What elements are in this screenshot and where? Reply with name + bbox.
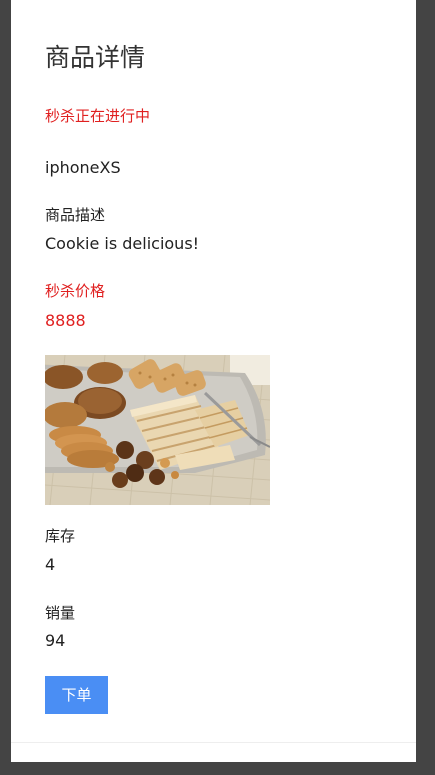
detail-panel: 商品详情 秒杀正在进行中 iphoneXS 商品描述 Cookie is del…: [11, 0, 416, 762]
page-title: 商品详情: [45, 43, 146, 72]
sales-value: 94: [45, 631, 66, 650]
sales-label: 销量: [45, 604, 76, 622]
panel-divider: [11, 742, 416, 743]
seckill-status: 秒杀正在进行中: [45, 107, 151, 125]
place-order-button[interactable]: 下单: [45, 676, 108, 714]
seckill-price-label: 秒杀价格: [45, 282, 106, 300]
product-name: iphoneXS: [45, 158, 121, 177]
description-value: Cookie is delicious!: [45, 234, 200, 253]
seckill-price-value: 8888: [45, 311, 86, 330]
stock-value: 4: [45, 555, 56, 574]
stock-label: 库存: [45, 527, 76, 545]
description-label: 商品描述: [45, 206, 106, 224]
product-image: [45, 355, 270, 505]
